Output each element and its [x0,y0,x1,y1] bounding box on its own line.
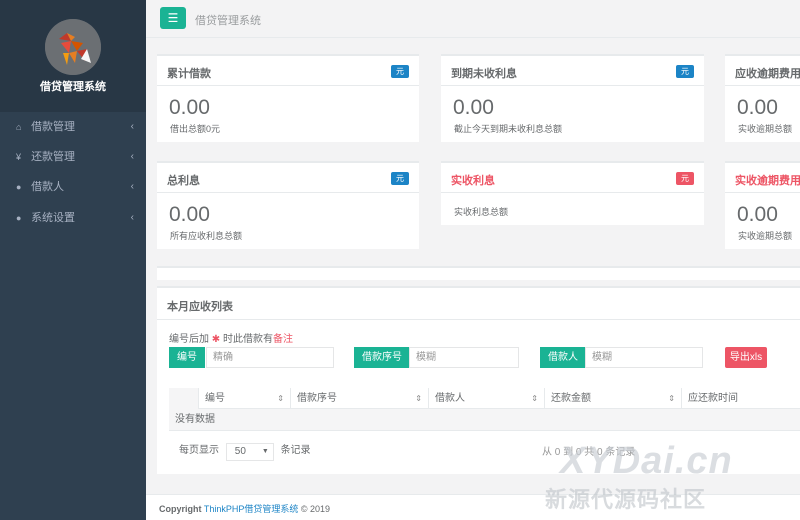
panel-header: 本月应收列表 [157,288,800,320]
stat-card-overdue-fees: 应收逾期费用 0.00 实收逾期总额 [725,54,800,142]
hint-prefix: 编号后加 [169,334,209,345]
spacer-panel [157,266,800,280]
asterisk-icon: ✱ [211,334,221,345]
user-icon: ● [16,182,22,192]
card-header: 到期未收利息 元 [441,56,704,86]
card-header: 实收逾期费用 [725,163,800,193]
sidebar-item-repayment-management[interactable]: ¥ 还款管理 ‹ [0,142,146,172]
hint-middle: 时此借款有 [222,334,273,345]
card-title: 实收逾期费用 [735,175,800,187]
card-value: 0.00 [453,96,494,119]
unit-badge: 元 [391,172,409,185]
profile-area: 借贷管理系统 [0,0,146,112]
card-header: 总利息 元 [157,163,419,193]
card-subtitle: 截止今天到期未收利息总额 [454,124,563,134]
column-header-borrower[interactable]: 借款人 ⇕ [428,388,544,409]
filter-label-borrower: 借款人 [540,347,586,368]
app-name: 借贷管理系统 [40,81,106,93]
card-value: 0.00 [737,203,778,226]
card-header: 实收利息 元 [441,163,704,193]
stat-card-received-overdue-fees: 实收逾期费用 0.00 实收逾期总额 [725,161,800,249]
table-header-checkbox-cell [169,388,198,409]
chevron-left-icon: ‹ [130,151,134,162]
sort-icon: ⇕ [531,394,538,403]
card-title: 累计借款 [167,68,211,80]
card-header: 累计借款 元 [157,56,419,86]
footer-copyright: Copyright [159,504,202,514]
card-subtitle: 实收逾期总额 [738,231,793,241]
hint-remark: 备注 [272,334,293,345]
card-subtitle: 实收利息总额 [454,207,509,217]
sidebar-item-borrower[interactable]: ● 借款人 ‹ [0,172,146,202]
page-size-suffix: 条记录 [280,445,311,456]
user-icon: ● [16,213,22,223]
chevron-left-icon: ‹ [130,212,134,223]
loan-no-search-input[interactable]: 模糊 [409,347,519,368]
card-title: 应收逾期费用 [735,68,800,80]
watermark-text: 新源代源码社区 [545,487,707,512]
unit-badge: 元 [676,172,694,185]
stat-card-total-loans: 累计借款 元 0.00 借出总额0元 [157,54,419,142]
yen-icon: ¥ [16,152,22,162]
receivables-table: 编号 ⇕ 借款序号 ⇕ 借款人 ⇕ 还款金额 ⇕ 应还款时间 没有数据 [169,388,800,431]
sort-icon: ⇕ [668,394,675,403]
home-icon: ⌂ [16,122,22,132]
page-size-select[interactable]: 50 ▼ [225,443,274,461]
chevron-left-icon: ‹ [130,181,134,192]
column-header-amount[interactable]: 还款金额 ⇕ [544,388,681,409]
fox-logo-icon [45,19,101,75]
card-subtitle: 借出总额0元 [170,124,221,134]
page-size-prefix: 每页显示 [179,445,219,456]
sidebar-item-label: 借款管理 [31,121,76,133]
stat-card-due-interest: 到期未收利息 元 0.00 截止今天到期未收利息总额 [441,54,704,142]
card-subtitle: 所有应收利息总额 [170,231,243,241]
remark-hint: 编号后加 ✱ 时此借款有备注 [169,330,293,345]
card-value: 0.00 [737,96,778,119]
table-empty-row: 没有数据 [169,409,800,431]
sidebar-item-label: 借款人 [31,181,65,193]
column-header-id[interactable]: 编号 ⇕ [198,388,290,409]
sidebar: 借贷管理系统 ⌂ 借款管理 ‹ ¥ 还款管理 ‹ ● 借款人 ‹ ● 系统设置 … [0,0,146,520]
top-bar: ☰ 借贷管理系统 [146,0,800,38]
unit-badge: 元 [391,65,409,78]
column-header-loan-no[interactable]: 借款序号 ⇕ [290,388,428,409]
card-title: 实收利息 [451,175,495,187]
sidebar-item-label: 系统设置 [31,212,76,224]
card-title: 总利息 [167,175,200,187]
chevron-left-icon: ‹ [130,121,134,132]
watermark-logo: XYDai.cn [560,440,733,482]
card-value: 0.00 [169,203,210,226]
id-search-input[interactable]: 精确 [206,347,334,368]
column-header-due-date[interactable]: 应还款时间 [681,388,800,409]
sidebar-item-label: 还款管理 [31,151,76,163]
footer-link[interactable]: ThinkPHP借贷管理系统 [204,504,299,514]
hamburger-icon: ☰ [167,11,179,25]
menu-toggle-button[interactable]: ☰ [160,7,186,29]
table-header-row: 编号 ⇕ 借款序号 ⇕ 借款人 ⇕ 还款金额 ⇕ 应还款时间 [169,388,800,409]
topbar-title: 借贷管理系统 [195,15,261,27]
sort-icon: ⇕ [277,394,284,403]
panel-title: 本月应收列表 [167,301,233,313]
export-xls-button[interactable]: 导出xls [725,347,767,368]
card-header: 应收逾期费用 [725,56,800,86]
sidebar-item-system-settings[interactable]: ● 系统设置 ‹ [0,203,146,233]
sort-icon: ⇕ [415,394,422,403]
card-value: 0.00 [169,96,210,119]
caret-down-icon: ▼ [261,448,269,455]
avatar[interactable] [45,19,101,75]
card-subtitle: 实收逾期总额 [738,124,793,134]
page-size-control: 每页显示 50 ▼ 条记录 [179,441,311,461]
borrower-search-input[interactable]: 模糊 [585,347,703,368]
filter-label-id: 编号 [169,347,205,368]
sidebar-item-loan-management[interactable]: ⌂ 借款管理 ‹ [0,112,146,142]
unit-badge: 元 [676,65,694,78]
stat-card-received-interest: 实收利息 元 实收利息总额 [441,161,704,225]
stat-card-total-interest: 总利息 元 0.00 所有应收利息总额 [157,161,419,249]
card-title: 到期未收利息 [451,68,517,80]
footer-year: © 2019 [300,504,331,514]
filter-label-loan-no: 借款序号 [354,347,410,368]
